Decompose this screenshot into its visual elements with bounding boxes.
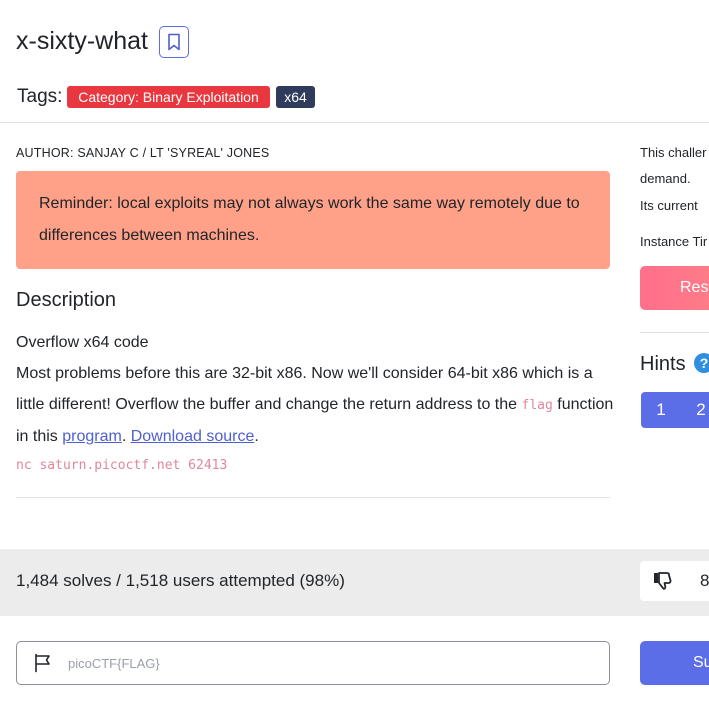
- description-line-1: Overflow x64 code: [16, 334, 149, 351]
- vote-box: [640, 561, 709, 601]
- separator-text: .: [121, 428, 131, 445]
- flag-icon: [33, 653, 53, 678]
- description-paragraph: Most problems before this are 32-bit x86…: [16, 358, 616, 452]
- flag-input[interactable]: [68, 652, 588, 674]
- divider: [0, 122, 709, 123]
- reminder-alert: Reminder: local exploits may not always …: [16, 171, 610, 269]
- vote-count: 8: [700, 571, 709, 590]
- author-line: AUTHOR: SANJAY C / LT 'SYREAL' JONES: [16, 146, 270, 160]
- sidebar-divider: [640, 332, 709, 333]
- solves-count: 1,484 solves / 1,518 users attempted (98…: [16, 571, 345, 590]
- page-title: x-sixty-what: [16, 27, 148, 55]
- instance-info-text-1: This challer: [640, 145, 707, 160]
- tag-category[interactable]: Category: Binary Exploitation: [67, 86, 270, 108]
- hint-button-2[interactable]: 2: [681, 392, 709, 428]
- period-text: .: [254, 428, 259, 445]
- description-body: Overflow x64 code Most problems before t…: [16, 327, 616, 478]
- bookmark-button[interactable]: [159, 26, 189, 58]
- description-divider: [16, 497, 610, 498]
- program-link[interactable]: program: [62, 428, 122, 445]
- flag-function-code: flag: [521, 398, 553, 413]
- description-heading: Description: [16, 289, 117, 311]
- tags-label: Tags:: [17, 86, 63, 107]
- instance-time-label: Instance Tir: [640, 234, 708, 249]
- instance-info-text-2: demand.: [640, 171, 691, 186]
- restart-instance-button[interactable]: Rest: [640, 266, 709, 310]
- thumbs-down-icon[interactable]: [652, 571, 674, 596]
- download-source-link[interactable]: Download source: [131, 428, 255, 445]
- tag-x64[interactable]: x64: [276, 86, 315, 108]
- instance-info-text-3: Its current: [640, 198, 698, 213]
- help-icon[interactable]: ?: [694, 353, 709, 373]
- hints-heading: Hints: [640, 353, 686, 375]
- nc-command: nc saturn.picoctf.net 62413: [16, 458, 228, 473]
- submit-flag-button[interactable]: Su: [640, 641, 709, 685]
- bookmark-icon: [168, 33, 180, 51]
- hint-button-1[interactable]: 1: [641, 392, 681, 428]
- description-text: Most problems before this are 32-bit x86…: [16, 365, 593, 413]
